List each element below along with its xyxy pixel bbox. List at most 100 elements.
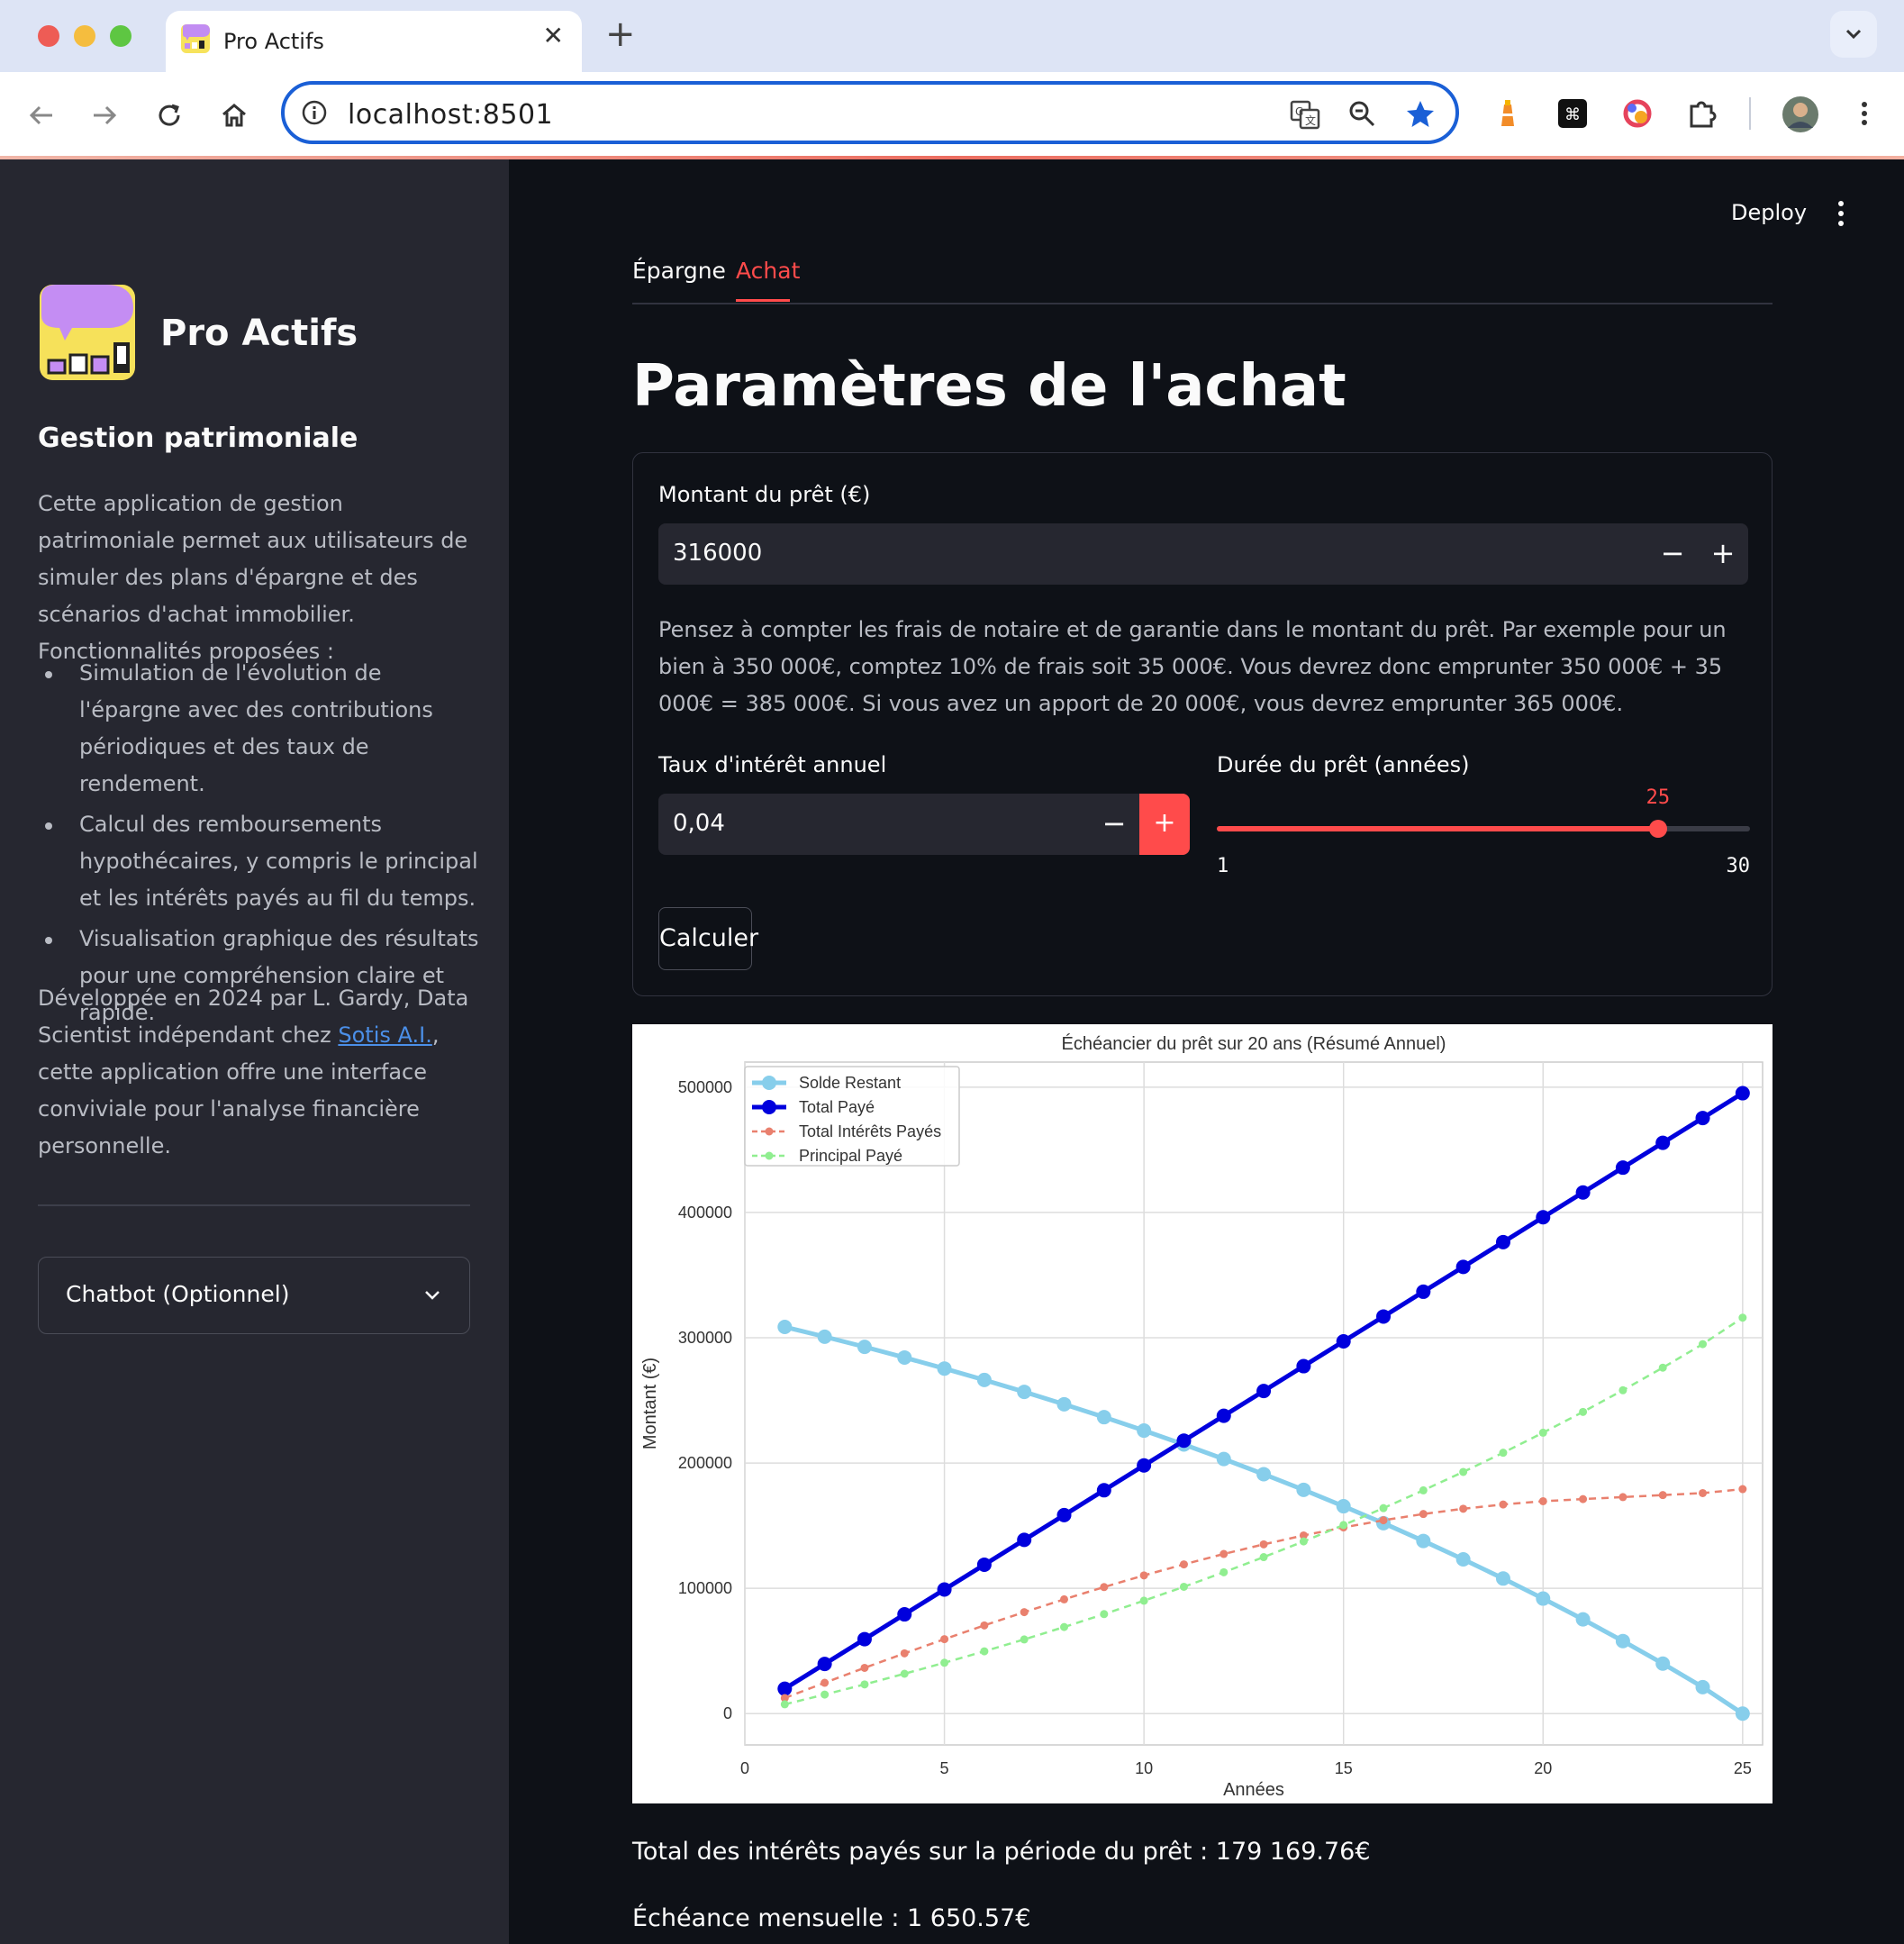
chatbot-label: Chatbot (Optionnel) xyxy=(66,1281,290,1307)
interest-rate-label: Taux d'intérêt annuel xyxy=(658,752,887,777)
site-info-icon[interactable] xyxy=(301,99,328,126)
data-point-1 xyxy=(1536,1210,1551,1225)
tab-achat[interactable]: Achat xyxy=(736,258,800,284)
data-point-3 xyxy=(1579,1407,1588,1416)
feature-list: Simulation de l'évolution de l'épargne a… xyxy=(38,655,488,1035)
deploy-button[interactable]: Deploy xyxy=(1731,200,1807,225)
data-point-2 xyxy=(1499,1500,1508,1509)
url-text: localhost:8501 xyxy=(348,99,554,131)
loan-increment-button[interactable]: + xyxy=(1698,523,1748,585)
svg-text:文: 文 xyxy=(1305,114,1316,127)
legend-label: Solde Restant xyxy=(799,1074,901,1092)
y-tick-label: 0 xyxy=(723,1704,732,1722)
app-favicon-icon xyxy=(181,24,210,53)
data-point-1 xyxy=(1056,1507,1072,1522)
sotis-link[interactable]: Sotis A.I. xyxy=(338,1022,431,1048)
data-point-2 xyxy=(1020,1608,1029,1617)
extension-lighthouse-icon[interactable] xyxy=(1490,95,1526,132)
data-point-1 xyxy=(1017,1532,1032,1548)
total-interest-text: Total des intérêts payés sur la période … xyxy=(632,1838,1371,1866)
loan-amount-input[interactable]: 316000 − + xyxy=(658,523,1748,585)
x-axis-label: Années xyxy=(1223,1780,1284,1800)
loan-duration-label: Durée du prêt (années) xyxy=(1217,752,1470,777)
data-point-3 xyxy=(1658,1363,1667,1372)
zoom-icon[interactable] xyxy=(1346,97,1380,132)
extension-command-icon[interactable]: ⌘ xyxy=(1555,95,1591,132)
legend-swatch-marker xyxy=(765,1151,774,1160)
loan-amount-label: Montant du prêt (€) xyxy=(658,482,871,507)
data-point-3 xyxy=(821,1690,830,1699)
data-point-3 xyxy=(1538,1428,1547,1437)
back-arrow-icon[interactable] xyxy=(22,95,61,135)
data-point-1 xyxy=(1655,1135,1671,1150)
translate-icon[interactable]: G文 xyxy=(1288,97,1322,132)
data-point-2 xyxy=(1658,1491,1667,1500)
data-point-3 xyxy=(1738,1313,1747,1322)
data-point-1 xyxy=(1416,1284,1431,1299)
sidebar-divider xyxy=(38,1204,470,1206)
legend-swatch-marker xyxy=(765,1127,774,1136)
data-point-1 xyxy=(1615,1160,1630,1176)
address-bar[interactable]: localhost:8501 G文 xyxy=(281,81,1459,144)
data-point-0 xyxy=(1495,1571,1510,1586)
data-point-0 xyxy=(1695,1679,1710,1694)
data-point-3 xyxy=(780,1700,789,1709)
chatbot-expander[interactable]: Chatbot (Optionnel) xyxy=(38,1257,470,1334)
data-point-0 xyxy=(1536,1591,1551,1606)
browser-tab[interactable]: Pro Actifs ✕ xyxy=(166,11,582,72)
data-point-1 xyxy=(1336,1334,1351,1349)
reload-icon[interactable] xyxy=(150,95,189,135)
maximize-window-button[interactable] xyxy=(110,25,131,47)
data-point-0 xyxy=(1615,1633,1630,1649)
interest-rate-input[interactable]: 0,04 − + xyxy=(658,794,1190,855)
data-point-1 xyxy=(1296,1358,1311,1374)
forward-arrow-icon[interactable] xyxy=(85,95,124,135)
loan-duration-slider[interactable]: 25 1 30 xyxy=(1217,786,1750,884)
slider-thumb[interactable] xyxy=(1648,820,1667,838)
data-point-1 xyxy=(1216,1408,1231,1423)
data-point-2 xyxy=(1139,1571,1148,1580)
browser-chrome: Pro Actifs ✕ + localhost:8501 G文 ⌘ xyxy=(0,0,1904,159)
tab-bar: Pro Actifs ✕ + xyxy=(0,0,1904,72)
legend-swatch-marker xyxy=(762,1100,776,1114)
data-point-3 xyxy=(1060,1622,1069,1631)
data-point-3 xyxy=(1299,1537,1308,1546)
data-point-2 xyxy=(1699,1488,1708,1497)
data-point-0 xyxy=(1056,1396,1072,1412)
tab-epargne[interactable]: Épargne xyxy=(632,258,726,284)
loan-decrement-button[interactable]: − xyxy=(1647,523,1698,585)
calculate-button[interactable]: Calculer xyxy=(658,907,758,970)
data-point-1 xyxy=(1735,1086,1750,1101)
data-point-2 xyxy=(821,1678,830,1687)
page-title: Paramètres de l'achat xyxy=(632,353,1346,420)
y-tick-label: 100000 xyxy=(678,1579,732,1597)
data-point-2 xyxy=(900,1649,909,1658)
close-window-button[interactable] xyxy=(38,25,59,47)
x-tick-label: 5 xyxy=(940,1759,949,1777)
svg-text:G: G xyxy=(1295,105,1303,118)
data-point-2 xyxy=(1060,1594,1069,1603)
minimize-window-button[interactable] xyxy=(74,25,95,47)
extensions-puzzle-icon[interactable] xyxy=(1684,95,1720,132)
data-point-2 xyxy=(1419,1510,1428,1519)
main-menu-icon[interactable] xyxy=(1836,200,1846,227)
data-point-3 xyxy=(1459,1467,1468,1476)
new-tab-icon[interactable]: + xyxy=(605,16,636,52)
app-logo xyxy=(40,285,135,380)
data-point-3 xyxy=(900,1669,909,1678)
close-tab-icon[interactable]: ✕ xyxy=(543,23,564,49)
data-point-1 xyxy=(1575,1185,1591,1200)
legend-label: Total Intérêts Payés xyxy=(799,1122,941,1140)
y-tick-label: 400000 xyxy=(678,1204,732,1222)
browser-menu-icon[interactable] xyxy=(1846,95,1882,132)
rate-increment-button[interactable]: + xyxy=(1139,794,1190,855)
tab-search-button[interactable] xyxy=(1830,11,1877,58)
bookmark-star-icon[interactable] xyxy=(1403,97,1437,132)
y-tick-label: 300000 xyxy=(678,1329,732,1347)
data-point-3 xyxy=(1259,1553,1268,1562)
extension-color-icon[interactable] xyxy=(1619,95,1655,132)
home-icon[interactable] xyxy=(214,95,254,135)
rate-decrement-button[interactable]: − xyxy=(1089,794,1139,855)
profile-avatar[interactable] xyxy=(1782,95,1819,133)
data-point-0 xyxy=(1017,1385,1032,1400)
